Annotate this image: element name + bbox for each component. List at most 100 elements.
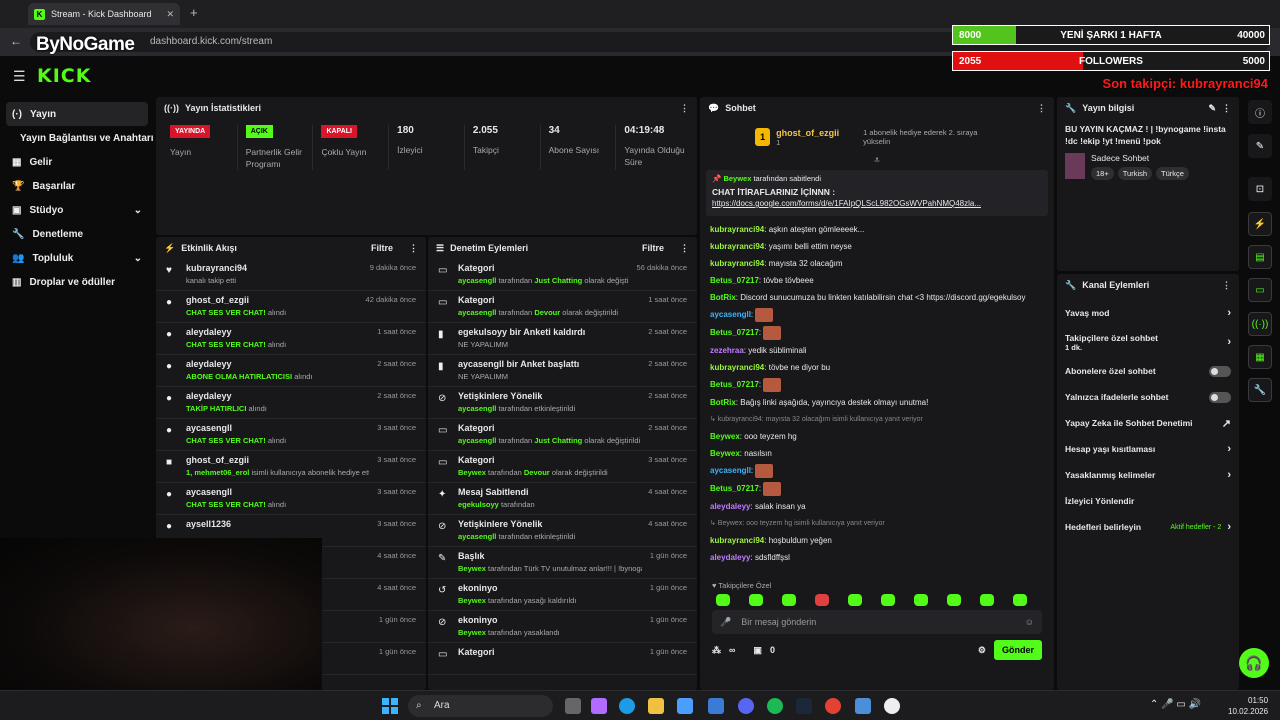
tray-icons[interactable]: ⌃ 🎤 ▭ 🔊 — [1150, 699, 1201, 710]
edit-icon[interactable]: ✎ — [1208, 103, 1216, 114]
more-icon[interactable]: ⋮ — [680, 103, 689, 114]
channel-action-row[interactable]: Hesap yaşı kısıtlaması › — [1057, 436, 1239, 462]
chat-username[interactable]: kubrayranci94 — [710, 536, 764, 545]
activity-row[interactable]: ♥ kubrayranci94 kanalı takip etti 9 dakika … — [156, 259, 426, 291]
chat-message[interactable]: Beywex: nasılsın — [700, 445, 1054, 462]
chat-message[interactable]: aycasengll: — [700, 306, 1054, 324]
moderation-icon[interactable]: ▦ — [1248, 345, 1272, 369]
activity-row[interactable]: ● aycasengll CHAT SES VER CHAT! alındı 3 sa… — [156, 419, 426, 451]
channel-action-row[interactable]: Yalnızca ifadelerle sohbet — [1057, 384, 1239, 410]
category-name[interactable]: Sadece Sohbet — [1091, 153, 1189, 163]
activity-row[interactable]: ● aleydaleyy TAKİP HATIRLICI alındı 2 saat … — [156, 387, 426, 419]
chat-username[interactable]: Betus_07217 — [710, 484, 759, 493]
sidebar-item-2[interactable]: ▦ Gelir — [0, 150, 154, 174]
app-icon[interactable] — [855, 698, 871, 714]
store-icon[interactable] — [677, 698, 693, 714]
edge-icon[interactable] — [619, 698, 635, 714]
emote-icon[interactable] — [716, 594, 730, 606]
chat-message[interactable]: kubrayranci94: hoşbuldum yeğen — [700, 532, 1054, 549]
sidebar-item-0[interactable]: (·) Yayın — [6, 102, 148, 126]
sidebar-item-7[interactable]: ▥ Droplar ve ödüller — [0, 270, 154, 294]
support-icon[interactable]: 🎧 — [1239, 648, 1269, 678]
moderation-filter-button[interactable]: Filtre — [642, 243, 664, 253]
moderation-row[interactable]: ✦ Mesaj Sabitlendi egekulsoyy tarafından 4 … — [428, 483, 697, 515]
channel-action-row[interactable]: Takipçilere özel sohbet 1 dk. › — [1057, 326, 1239, 358]
emote-icon[interactable] — [782, 594, 796, 606]
copilot-icon[interactable] — [591, 698, 607, 714]
moderation-row[interactable]: ▭ Kategori aycasengll tarafından Devour ol… — [428, 291, 697, 323]
mail-icon[interactable] — [708, 698, 724, 714]
chat-username[interactable]: aleydaleyy — [710, 553, 750, 562]
pen-icon[interactable]: ✎ — [1248, 134, 1272, 158]
chat-message[interactable]: kubrayranci94: mayısta 32 olacağım — [700, 255, 1054, 272]
spotify-icon[interactable] — [767, 698, 783, 714]
emote-icon[interactable] — [749, 594, 763, 606]
chat-message[interactable]: kubrayranci94: yaşımı belli ettim neyse — [700, 238, 1054, 255]
activity-row[interactable]: ● aleydaleyy CHAT SES VER CHAT! alındı 1 sa… — [156, 323, 426, 355]
tag-chip[interactable]: 18+ — [1091, 167, 1114, 180]
emote-icon[interactable] — [980, 594, 994, 606]
sidebar-item-5[interactable]: 🔧 Denetleme — [0, 222, 154, 246]
moderation-row[interactable]: ⊘ Yetişkinlere Yönelik aycasengll tarafınd… — [428, 387, 697, 419]
tag-chip[interactable]: Turkish — [1117, 167, 1153, 180]
tag-chip[interactable]: Türkçe — [1156, 167, 1189, 180]
chat-message[interactable]: BotRix: Discord sunucumuza bu linkten ka… — [700, 289, 1054, 306]
more-icon[interactable]: ⋮ — [1037, 103, 1046, 114]
chat-message[interactable]: Betus_07217: — [700, 324, 1054, 342]
chat-message[interactable]: Betus_07217: — [700, 376, 1054, 394]
chat-username[interactable]: kubrayranci94 — [710, 225, 764, 234]
gift-icon[interactable]: ▣ — [753, 645, 762, 656]
emote-icon[interactable] — [1013, 594, 1027, 606]
steam-icon[interactable] — [796, 698, 812, 714]
chat-message[interactable]: aycasengll: — [700, 462, 1054, 480]
more-icon[interactable]: ⋮ — [1222, 280, 1231, 291]
activity-row[interactable]: ● aleydaleyy ABONE OLMA HATIRLATICISI alın… — [156, 355, 426, 387]
moderation-row[interactable]: ⊘ Yetişkinlere Yönelik aycasengll tarafınd… — [428, 515, 697, 547]
chrome-icon[interactable] — [825, 698, 841, 714]
chat-message[interactable]: aleydaleyy: sdsfldffşsl — [700, 549, 1054, 566]
discord-icon[interactable] — [738, 698, 754, 714]
emote-icon[interactable] — [815, 594, 829, 606]
chat-message[interactable]: BotRix: Bağış linki aşağıda, yayıncıya d… — [700, 394, 1054, 411]
chat-username[interactable]: BotRix — [710, 293, 736, 302]
close-tab-icon[interactable]: ✕ — [166, 9, 174, 20]
activity-filter-button[interactable]: Filtre — [371, 243, 393, 253]
back-icon[interactable]: ← — [10, 34, 22, 48]
chat-message[interactable]: zezehraa: yedik sübliminali — [700, 342, 1054, 359]
channel-action-row[interactable]: Abonelere özel sohbet — [1057, 358, 1239, 384]
chat-username[interactable]: Betus_07217 — [710, 276, 759, 285]
activity-row[interactable]: ● aycasengll CHAT SES VER CHAT! alındı 3 sa… — [156, 483, 426, 515]
kick-logo[interactable]: KICK — [37, 65, 91, 87]
moderation-row[interactable]: ▮ aycasengll bir Anket başlattı NE YAPALIM… — [428, 355, 697, 387]
moderation-row[interactable]: ▮ egekulsoyy bir Anketi kaldırdı NE YAPALI… — [428, 323, 697, 355]
chat-input[interactable]: 🎤 Bir mesaj gönderin ☺ — [712, 610, 1042, 634]
notes-icon[interactable]: ▤ — [1248, 245, 1272, 269]
start-icon[interactable] — [382, 698, 398, 714]
moderation-row[interactable]: ▭ Kategori 1 gün önce — [428, 643, 697, 675]
more-icon[interactable]: ⋮ — [1222, 103, 1231, 114]
browser-tab[interactable]: K Stream - Kick Dashboard ✕ — [28, 3, 180, 25]
chat-message[interactable]: kubrayranci94: aşkın ateşten gömleeeek..… — [700, 221, 1054, 238]
moderation-row[interactable]: ▭ Kategori aycasengll tarafından Just Chat… — [428, 419, 697, 451]
chat-username[interactable]: aycasengll — [710, 466, 751, 475]
chat-username[interactable]: zezehraa — [710, 346, 744, 355]
settings-icon[interactable]: ⚙ — [978, 645, 986, 656]
chat-icon[interactable]: ▭ — [1248, 278, 1272, 302]
sidebar-item-1[interactable]: Yayın Bağlantısı ve Anahtarı — [0, 126, 154, 150]
chat-message[interactable]: kubrayranci94: tövbe ne diyor bu — [700, 359, 1054, 376]
chat-message[interactable]: Betus_07217: — [700, 480, 1054, 498]
emote-icon[interactable] — [947, 594, 961, 606]
chat-message[interactable]: aleydaleyy: salak insan ya — [700, 498, 1054, 515]
send-button[interactable]: Gönder — [993, 640, 1042, 660]
chat-username[interactable]: kubrayranci94 — [710, 242, 764, 251]
moderation-row[interactable]: ↺ ekoninyo Beywex tarafından yasağı kaldır… — [428, 579, 697, 611]
moderation-row[interactable]: ▭ Kategori aycasengll tarafından Just Chat… — [428, 259, 697, 291]
toggle-switch[interactable] — [1209, 365, 1231, 377]
pin-link[interactable]: https://docs.google.com/forms/d/e/1FAIpQ… — [712, 199, 1042, 208]
sidebar-item-4[interactable]: ▣ Stüdyo ⌄ — [0, 198, 154, 222]
channel-action-row[interactable]: Yapay Zeka ile Sohbet Denetimi ↗ — [1057, 410, 1239, 436]
channel-action-row[interactable]: Yasaklanmış kelimeler › — [1057, 462, 1239, 488]
emote-icon[interactable] — [914, 594, 928, 606]
emote-icon[interactable] — [848, 594, 862, 606]
explorer-icon[interactable] — [648, 698, 664, 714]
